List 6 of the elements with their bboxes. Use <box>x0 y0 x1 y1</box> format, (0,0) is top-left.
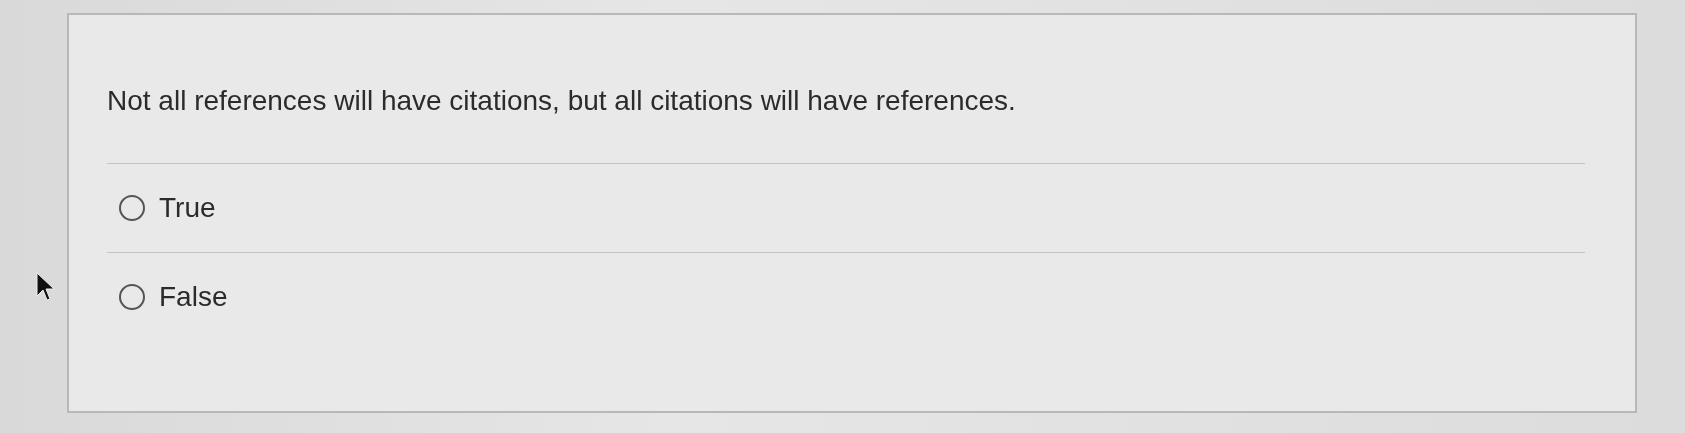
radio-button[interactable] <box>119 195 145 221</box>
cursor-icon <box>36 272 56 304</box>
option-label: True <box>159 192 216 224</box>
question-text: Not all references will have citations, but all citations will have references. <box>107 85 1017 117</box>
radio-button[interactable] <box>119 284 145 310</box>
option-label: False <box>159 281 228 313</box>
